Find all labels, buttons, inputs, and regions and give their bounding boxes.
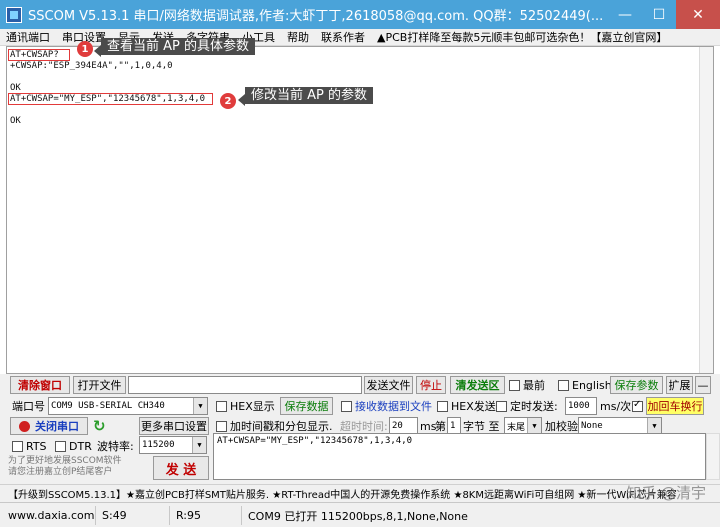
clear-window-button[interactable]: 清除窗口: [10, 376, 70, 394]
close-port-label: 关闭串口: [35, 420, 79, 433]
checksum-value: None: [581, 421, 603, 431]
append-crlf-check-icon: [632, 399, 643, 412]
chevron-down-icon: ▼: [192, 437, 206, 453]
timed-send-checkbox[interactable]: 定时发送:: [496, 397, 558, 415]
more-settings-button[interactable]: 更多串口设置: [139, 417, 209, 435]
promo-text[interactable]: 为了更好地发展SSCOM软件 请您注册嘉立创P结尾客户: [8, 456, 122, 482]
send-scrollbar[interactable]: [706, 433, 720, 480]
append-crlf-checkbox[interactable]: [632, 397, 646, 415]
receive-scrollbar[interactable]: [699, 47, 713, 373]
english-check-icon: [558, 379, 569, 391]
callout-number-2: 2: [220, 93, 236, 109]
append-crlf-button[interactable]: 加回车换行: [646, 397, 704, 415]
end-value: 末尾: [507, 422, 526, 433]
english-label: English: [572, 378, 612, 392]
receive-line: +CWSAP:"ESP_394E4A","",1,0,4,0: [10, 61, 173, 71]
stop-button[interactable]: 停止: [416, 376, 446, 394]
watermark-text: 知乎 @清宇: [626, 484, 706, 502]
interval-input[interactable]: 1000: [565, 397, 597, 415]
send-file-button[interactable]: 发送文件: [364, 376, 413, 394]
port-value: COM9 USB-SERIAL CH340: [51, 401, 165, 411]
chevron-down-icon: ▼: [647, 418, 661, 434]
hex-send-label: HEX发送: [451, 400, 496, 413]
timed-send-label: 定时发送:: [510, 400, 558, 413]
status-port: COM9 已打开 115200bps,8,1,None,None: [248, 509, 468, 523]
hex-send-checkbox[interactable]: HEX发送: [437, 397, 496, 415]
status-site[interactable]: www.daxia.com: [4, 506, 96, 525]
topmost-check-icon: [509, 379, 520, 391]
dtr-checkbox[interactable]: DTR: [55, 437, 92, 455]
interval-unit: ms/次: [600, 400, 632, 413]
menu-contact[interactable]: 联系作者: [315, 29, 371, 45]
expand-button[interactable]: 扩展: [666, 376, 693, 394]
callout-label-2: 修改当前 AP 的参数: [238, 87, 373, 106]
baud-label: 波特率:: [97, 440, 134, 453]
topmost-label: 最前: [523, 379, 545, 392]
baud-select[interactable]: 115200 ▼: [139, 436, 207, 454]
dtr-label: DTR: [69, 439, 92, 453]
timed-send-check-icon: [496, 400, 507, 412]
send-button[interactable]: 发 送: [153, 456, 209, 480]
status-sent-count: S:49: [98, 506, 170, 525]
close-port-button[interactable]: 关闭串口: [10, 417, 88, 435]
hex-display-check-icon: [216, 400, 227, 412]
window-title: SSCOM V5.13.1 串口/网络数据调试器,作者:大虾丁丁,2618058…: [28, 9, 604, 24]
topmost-checkbox[interactable]: 最前: [509, 376, 545, 394]
maximize-button[interactable]: ☐: [642, 0, 676, 29]
clear-send-button[interactable]: 清发送区: [450, 376, 505, 394]
receive-line: OK: [10, 116, 21, 126]
menu-comm-port[interactable]: 通讯端口: [0, 29, 56, 45]
hex-send-check-icon: [437, 400, 448, 412]
recv-to-file-check-icon: [341, 400, 352, 412]
title-bar: SSCOM V5.13.1 串口/网络数据调试器,作者:大虾丁丁,2618058…: [0, 0, 720, 29]
hex-display-checkbox[interactable]: HEX显示: [216, 397, 275, 415]
highlight-box-query: [8, 49, 70, 61]
recv-to-file-label: 接收数据到文件: [355, 400, 432, 413]
hex-display-label: HEX显示: [230, 400, 275, 413]
port-select[interactable]: COM9 USB-SERIAL CH340 ▼: [48, 397, 208, 415]
timestamp-label: 加时间戳和分包显示.: [230, 420, 333, 433]
chevron-down-icon: ▼: [193, 398, 207, 414]
ad-bar[interactable]: 【升级到SSCOM5.13.1】★嘉立创PCB打样SMT贴片服务. ★RT-Th…: [0, 484, 720, 501]
highlight-box-set: [8, 93, 213, 105]
minimize-button[interactable]: —: [608, 0, 642, 29]
callout-number-1: 1: [77, 41, 93, 57]
rts-check-icon: [12, 440, 23, 452]
refresh-icon[interactable]: ↻: [93, 417, 106, 435]
status-bar: www.daxia.com S:49 R:95 COM9 已打开 115200b…: [0, 502, 720, 527]
open-file-button[interactable]: 打开文件: [73, 376, 126, 394]
collapse-button[interactable]: —: [695, 376, 711, 394]
menu-pcb-ad[interactable]: ▲PCB打样降至每款5元顺丰包邮可选杂色！【嘉立创官网】: [371, 29, 673, 45]
close-button[interactable]: ✕: [676, 0, 720, 29]
status-recv-count: R:95: [172, 506, 242, 525]
port-label: 端口号: [12, 400, 45, 413]
callout-label-1: 查看当前 AP 的具体参数: [94, 38, 255, 57]
save-data-button[interactable]: 保存数据: [280, 397, 333, 415]
receive-area[interactable]: AT+CWSAP? +CWSAP:"ESP_394E4A","",1,0,4,0…: [6, 38, 714, 374]
save-params-button[interactable]: 保存参数: [610, 376, 663, 394]
english-checkbox[interactable]: English: [558, 376, 612, 394]
menu-help[interactable]: 帮助: [281, 29, 315, 45]
port-status-icon: [19, 420, 30, 432]
timestamp-check-icon: [216, 420, 227, 432]
rts-label: RTS: [26, 439, 47, 453]
app-icon: [6, 6, 22, 23]
rts-checkbox[interactable]: RTS: [12, 437, 47, 455]
file-path-input[interactable]: [128, 376, 362, 394]
baud-value: 115200: [142, 440, 175, 450]
dtr-check-icon: [55, 440, 66, 452]
send-input[interactable]: AT+CWSAP="MY_ESP","12345678",1,3,4,0: [213, 433, 706, 480]
chevron-down-icon: ▼: [527, 418, 541, 434]
recv-to-file-checkbox[interactable]: 接收数据到文件: [341, 397, 432, 415]
